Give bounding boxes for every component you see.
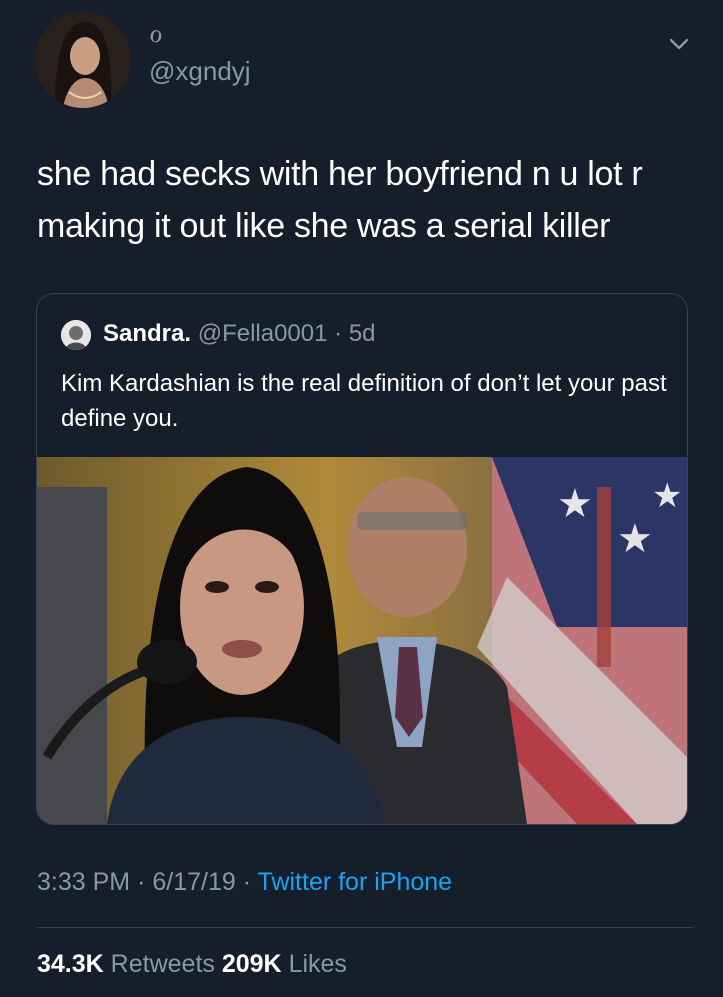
tweet-text: she had secks with her boyfriend n u lot…: [37, 155, 643, 245]
likes-label: Likes: [288, 950, 347, 978]
tweet-date: 6/17/19: [152, 868, 236, 896]
tweet-stats: 34.3K Retweets 209K Likes: [37, 950, 347, 979]
svg-text:★: ★: [557, 481, 593, 527]
likes-stat[interactable]: 209K Likes: [222, 950, 347, 978]
quoted-separator: ·: [334, 320, 343, 347]
svg-text:★: ★: [652, 476, 682, 516]
tweet-meta: 3:33 PM · 6/17/19 · Twitter for iPhone: [37, 868, 452, 897]
author-avatar[interactable]: [35, 12, 131, 108]
svg-text:★: ★: [617, 516, 653, 562]
divider: [37, 927, 693, 928]
quoted-text: Kim Kardashian is the real definition of…: [61, 370, 667, 432]
quoted-tweet[interactable]: Sandra. @Fella0001 · 5d Kim Kardashian i…: [36, 293, 688, 825]
tweet-source-link[interactable]: Twitter for iPhone: [258, 868, 453, 896]
retweets-stat[interactable]: 34.3K Retweets: [37, 950, 222, 978]
quoted-header: Sandra. @Fella0001 · 5d: [103, 320, 376, 348]
chevron-down-icon[interactable]: [665, 30, 693, 58]
retweets-count: 34.3K: [37, 950, 104, 978]
quoted-author-avatar[interactable]: [61, 320, 91, 350]
avatar-photo: [35, 12, 131, 108]
quoted-avatar-photo: [61, 320, 91, 350]
quoted-age: 5d: [348, 320, 376, 347]
retweets-label: Retweets: [110, 950, 215, 978]
quoted-photo[interactable]: ★ ★ ★: [37, 457, 687, 824]
meta-separator: ·: [242, 868, 252, 896]
meta-separator: ·: [137, 868, 146, 896]
quoted-author-handle[interactable]: @Fella0001: [198, 320, 328, 347]
quoted-author-name[interactable]: Sandra.: [103, 320, 191, 347]
likes-count: 209K: [221, 950, 282, 978]
tweet-time: 3:33 PM: [37, 868, 131, 896]
author-display-name[interactable]: ℴ: [149, 18, 163, 48]
author-handle[interactable]: @xgndyj: [149, 56, 251, 87]
